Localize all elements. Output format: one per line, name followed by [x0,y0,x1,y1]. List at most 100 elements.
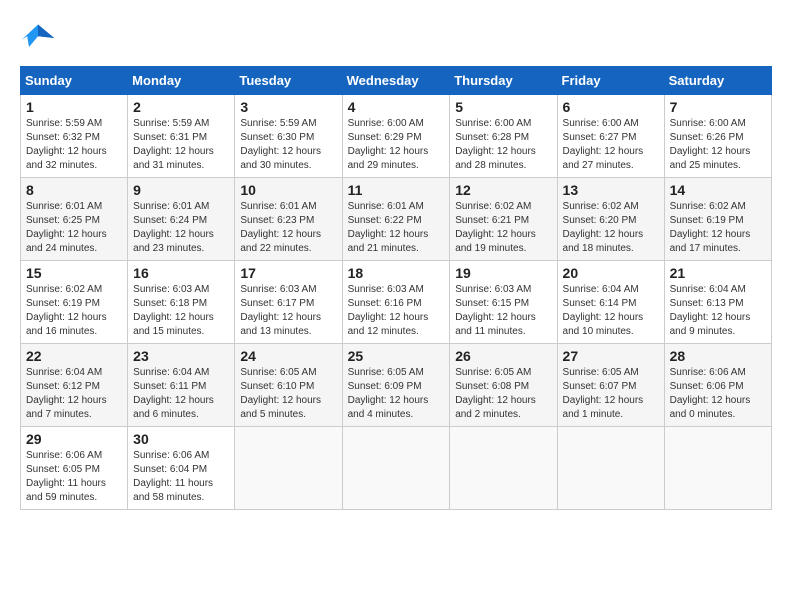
weekday-header-row: SundayMondayTuesdayWednesdayThursdayFrid… [21,67,772,95]
day-cell-14: 14 Sunrise: 6:02 AM Sunset: 6:19 PM Dayli… [664,178,771,261]
day-cell-15: 15Sunrise: 6:02 AM Sunset: 6:19 PM Dayli… [21,261,128,344]
day-number: 21 [670,265,766,281]
day-number: 9 [133,182,229,198]
day-number: 1 [26,99,122,115]
day-cell-8: 8 Sunrise: 6:01 AM Sunset: 6:25 PM Daylig… [21,178,128,261]
day-cell-17: 17 Sunrise: 6:03 AM Sunset: 6:17 PM Dayli… [235,261,342,344]
day-cell-19: 19 Sunrise: 6:03 AM Sunset: 6:15 PM Dayli… [450,261,557,344]
day-cell-16: 16 Sunrise: 6:03 AM Sunset: 6:18 PM Dayli… [128,261,235,344]
day-cell-13: 13 Sunrise: 6:02 AM Sunset: 6:20 PM Dayli… [557,178,664,261]
day-number: 7 [670,99,766,115]
day-info: Sunrise: 6:00 AM Sunset: 6:29 PM Dayligh… [348,117,445,173]
weekday-header-tuesday: Tuesday [235,67,342,95]
day-info: Sunrise: 6:00 AM Sunset: 6:28 PM Dayligh… [455,117,551,173]
day-cell-5: 5 Sunrise: 6:00 AM Sunset: 6:28 PM Daylig… [450,95,557,178]
day-info: Sunrise: 6:05 AM Sunset: 6:10 PM Dayligh… [240,366,336,422]
day-number: 13 [563,182,659,198]
weekday-header-sunday: Sunday [21,67,128,95]
day-cell-18: 18 Sunrise: 6:03 AM Sunset: 6:16 PM Dayli… [342,261,450,344]
day-info: Sunrise: 6:01 AM Sunset: 6:23 PM Dayligh… [240,200,336,256]
day-info: Sunrise: 6:05 AM Sunset: 6:09 PM Dayligh… [348,366,445,422]
day-info: Sunrise: 5:59 AM Sunset: 6:31 PM Dayligh… [133,117,229,173]
day-number: 24 [240,348,336,364]
day-number: 18 [348,265,445,281]
empty-cell [235,427,342,510]
day-info: Sunrise: 5:59 AM Sunset: 6:32 PM Dayligh… [26,117,122,173]
day-number: 6 [563,99,659,115]
logo-icon [20,20,56,56]
day-cell-12: 12Sunrise: 6:02 AM Sunset: 6:21 PM Dayli… [450,178,557,261]
day-info: Sunrise: 6:00 AM Sunset: 6:26 PM Dayligh… [670,117,766,173]
weekday-header-friday: Friday [557,67,664,95]
weekday-header-saturday: Saturday [664,67,771,95]
day-info: Sunrise: 6:03 AM Sunset: 6:18 PM Dayligh… [133,283,229,339]
day-info: Sunrise: 6:03 AM Sunset: 6:15 PM Dayligh… [455,283,551,339]
day-info: Sunrise: 6:01 AM Sunset: 6:22 PM Dayligh… [348,200,445,256]
day-info: Sunrise: 6:01 AM Sunset: 6:25 PM Dayligh… [26,200,122,256]
day-info: Sunrise: 6:05 AM Sunset: 6:08 PM Dayligh… [455,366,551,422]
day-info: Sunrise: 6:02 AM Sunset: 6:19 PM Dayligh… [670,200,766,256]
day-cell-28: 28 Sunrise: 6:06 AM Sunset: 6:06 PM Dayli… [664,344,771,427]
day-cell-7: 7 Sunrise: 6:00 AM Sunset: 6:26 PM Daylig… [664,95,771,178]
day-number: 17 [240,265,336,281]
day-number: 5 [455,99,551,115]
empty-cell [557,427,664,510]
day-number: 29 [26,431,122,447]
day-number: 19 [455,265,551,281]
weekday-header-wednesday: Wednesday [342,67,450,95]
day-info: Sunrise: 6:02 AM Sunset: 6:21 PM Dayligh… [455,200,551,256]
day-cell-4: 4 Sunrise: 6:00 AM Sunset: 6:29 PM Daylig… [342,95,450,178]
week-row-3: 15Sunrise: 6:02 AM Sunset: 6:19 PM Dayli… [21,261,772,344]
day-cell-2: 2 Sunrise: 5:59 AM Sunset: 6:31 PM Daylig… [128,95,235,178]
day-info: Sunrise: 6:04 AM Sunset: 6:14 PM Dayligh… [563,283,659,339]
empty-cell [342,427,450,510]
day-info: Sunrise: 6:06 AM Sunset: 6:04 PM Dayligh… [133,449,229,505]
day-cell-9: 9Sunrise: 6:01 AM Sunset: 6:24 PM Daylig… [128,178,235,261]
day-info: Sunrise: 6:06 AM Sunset: 6:05 PM Dayligh… [26,449,122,505]
day-number: 25 [348,348,445,364]
day-cell-20: 20 Sunrise: 6:04 AM Sunset: 6:14 PM Dayli… [557,261,664,344]
day-cell-11: 11 Sunrise: 6:01 AM Sunset: 6:22 PM Dayli… [342,178,450,261]
day-cell-6: 6Sunrise: 6:00 AM Sunset: 6:27 PM Daylig… [557,95,664,178]
logo [20,20,62,56]
day-cell-29: 29 Sunrise: 6:06 AM Sunset: 6:05 PM Dayli… [21,427,128,510]
day-info: Sunrise: 5:59 AM Sunset: 6:30 PM Dayligh… [240,117,336,173]
day-cell-21: 21 Sunrise: 6:04 AM Sunset: 6:13 PM Dayli… [664,261,771,344]
day-info: Sunrise: 6:05 AM Sunset: 6:07 PM Dayligh… [563,366,659,422]
day-number: 22 [26,348,122,364]
day-number: 16 [133,265,229,281]
weekday-header-monday: Monday [128,67,235,95]
day-number: 3 [240,99,336,115]
day-cell-1: 1 Sunrise: 5:59 AM Sunset: 6:32 PM Daylig… [21,95,128,178]
day-number: 28 [670,348,766,364]
day-number: 11 [348,182,445,198]
day-info: Sunrise: 6:04 AM Sunset: 6:13 PM Dayligh… [670,283,766,339]
day-cell-22: 22Sunrise: 6:04 AM Sunset: 6:12 PM Dayli… [21,344,128,427]
day-info: Sunrise: 6:02 AM Sunset: 6:19 PM Dayligh… [26,283,122,339]
day-number: 4 [348,99,445,115]
calendar-table: SundayMondayTuesdayWednesdayThursdayFrid… [20,66,772,510]
week-row-1: 1 Sunrise: 5:59 AM Sunset: 6:32 PM Daylig… [21,95,772,178]
day-number: 14 [670,182,766,198]
day-number: 10 [240,182,336,198]
day-info: Sunrise: 6:03 AM Sunset: 6:17 PM Dayligh… [240,283,336,339]
day-number: 2 [133,99,229,115]
day-info: Sunrise: 6:06 AM Sunset: 6:06 PM Dayligh… [670,366,766,422]
day-info: Sunrise: 6:02 AM Sunset: 6:20 PM Dayligh… [563,200,659,256]
week-row-4: 22Sunrise: 6:04 AM Sunset: 6:12 PM Dayli… [21,344,772,427]
day-number: 8 [26,182,122,198]
day-cell-30: 30 Sunrise: 6:06 AM Sunset: 6:04 PM Dayli… [128,427,235,510]
day-number: 27 [563,348,659,364]
day-cell-23: 23 Sunrise: 6:04 AM Sunset: 6:11 PM Dayli… [128,344,235,427]
day-number: 23 [133,348,229,364]
week-row-2: 8 Sunrise: 6:01 AM Sunset: 6:25 PM Daylig… [21,178,772,261]
day-number: 20 [563,265,659,281]
day-cell-26: 26 Sunrise: 6:05 AM Sunset: 6:08 PM Dayli… [450,344,557,427]
day-cell-27: 27 Sunrise: 6:05 AM Sunset: 6:07 PM Dayli… [557,344,664,427]
day-number: 26 [455,348,551,364]
day-number: 30 [133,431,229,447]
weekday-header-thursday: Thursday [450,67,557,95]
day-info: Sunrise: 6:04 AM Sunset: 6:11 PM Dayligh… [133,366,229,422]
day-info: Sunrise: 6:03 AM Sunset: 6:16 PM Dayligh… [348,283,445,339]
day-cell-10: 10 Sunrise: 6:01 AM Sunset: 6:23 PM Dayli… [235,178,342,261]
